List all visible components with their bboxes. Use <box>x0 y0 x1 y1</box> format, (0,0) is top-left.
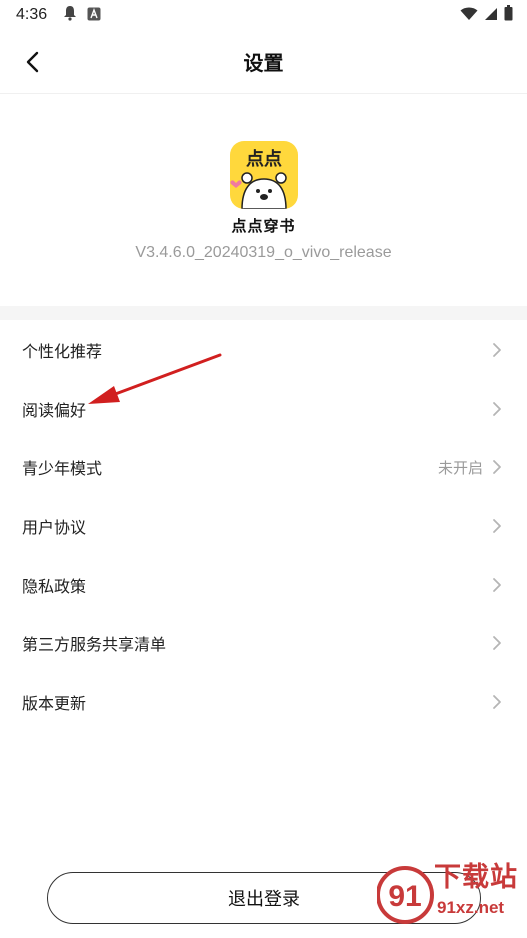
teen-mode-status: 未开启 <box>437 458 483 477</box>
settings-item-personalized-recommendation[interactable]: 个性化推荐 <box>0 321 527 380</box>
status-bar: 4:36 <box>0 0 527 30</box>
watermark-badge: 91 <box>388 880 421 913</box>
chevron-right-icon <box>491 518 503 534</box>
settings-item-label: 用户协议 <box>22 518 87 538</box>
watermark-title: 下载站 <box>434 862 518 893</box>
chevron-right-icon <box>491 342 503 358</box>
status-icons-left <box>63 5 101 25</box>
status-icons-right <box>460 5 513 25</box>
back-button[interactable] <box>18 48 46 76</box>
wifi-icon <box>460 6 478 25</box>
settings-item-label: 第三方服务共享清单 <box>22 635 167 655</box>
section-divider <box>0 306 527 320</box>
settings-item-privacy-policy[interactable]: 隐私政策 <box>0 555 527 614</box>
watermark-url: 91xz.net <box>437 898 505 917</box>
settings-item-label: 隐私政策 <box>22 576 87 596</box>
settings-item-reading-preference[interactable]: 阅读偏好 <box>0 380 527 439</box>
settings-item-label: 版本更新 <box>22 693 87 713</box>
watermark: 91 下载站 91xz.net <box>377 853 527 938</box>
page-title: 设置 <box>243 51 284 75</box>
settings-list: 个性化推荐 阅读偏好 青少年模式 未开启 用户协议 隐私政策 第三方服务共享清单… <box>0 321 527 731</box>
settings-item-user-agreement[interactable]: 用户协议 <box>0 497 527 556</box>
chevron-right-icon <box>491 635 503 651</box>
app-version: V3.4.6.0_20240319_o_vivo_release <box>135 244 392 261</box>
settings-item-teen-mode[interactable]: 青少年模式 未开启 <box>0 438 527 497</box>
settings-item-version-update[interactable]: 版本更新 <box>0 673 527 732</box>
logo-text: 点点 <box>246 148 282 170</box>
notification-bell-icon <box>63 5 77 25</box>
app-name: 点点穿书 <box>231 217 296 235</box>
chevron-left-icon <box>26 51 39 73</box>
settings-item-third-party-sharing[interactable]: 第三方服务共享清单 <box>0 614 527 673</box>
app-notification-icon <box>87 6 101 25</box>
nav-bar: 设置 <box>0 30 527 94</box>
chevron-right-icon <box>491 577 503 593</box>
chevron-right-icon <box>491 694 503 710</box>
settings-item-label: 个性化推荐 <box>22 342 103 362</box>
settings-item-label: 阅读偏好 <box>22 400 87 420</box>
battery-icon <box>504 5 513 25</box>
chevron-right-icon <box>491 401 503 417</box>
chevron-right-icon <box>491 459 503 475</box>
app-logo: 点点 <box>229 141 298 209</box>
cellular-signal-icon <box>484 6 498 25</box>
status-time: 4:36 <box>16 6 48 23</box>
app-info: 点点 点点穿书 V3.4.6.0_20240319_o_vivo_release <box>0 94 527 306</box>
settings-item-label: 青少年模式 <box>22 459 103 479</box>
